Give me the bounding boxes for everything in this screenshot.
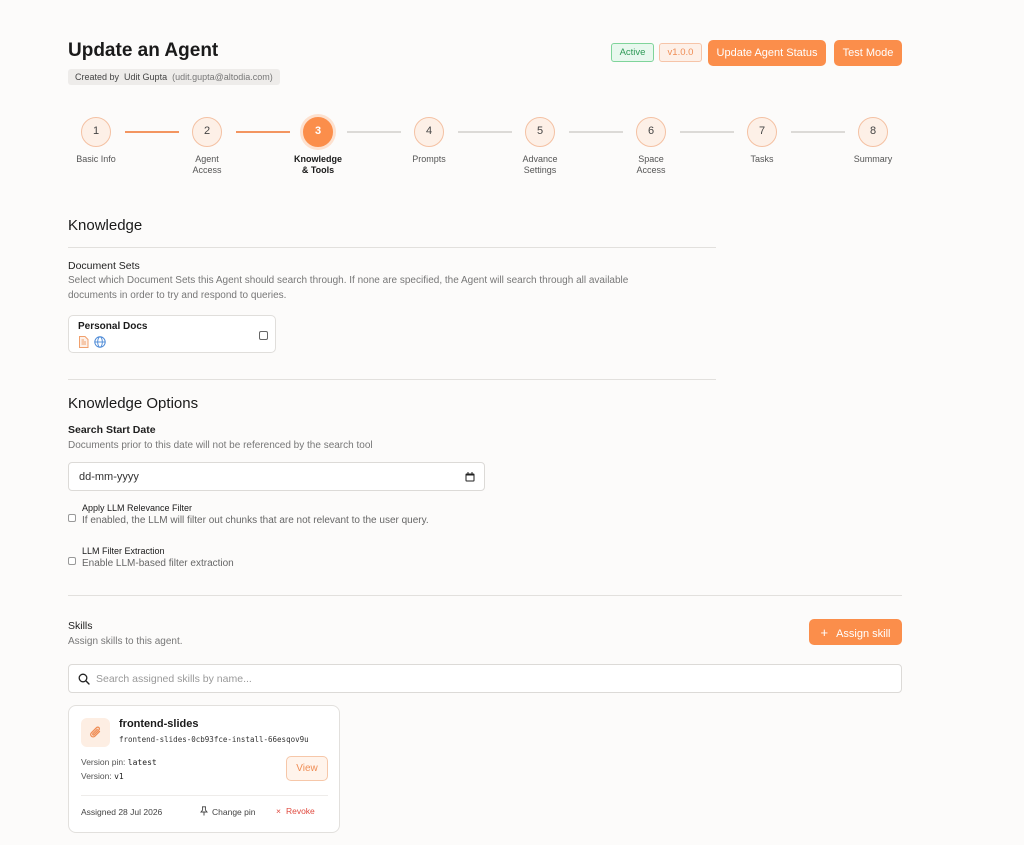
creator-name: Udit Gupta xyxy=(124,72,168,82)
paperclip-icon xyxy=(90,726,101,738)
skill-card: frontend-slides frontend-slides-0cb93fce… xyxy=(68,705,340,833)
step-5-label: Advance Settings xyxy=(522,154,558,175)
knowledge-heading: Knowledge xyxy=(68,217,143,234)
step-1-circle[interactable]: 1 xyxy=(81,117,111,147)
skills-heading: Skills xyxy=(68,620,93,632)
step-1-label: Basic Info xyxy=(76,154,116,164)
llm-filter-extraction-title: LLM Filter Extraction xyxy=(82,546,165,556)
search-placeholder: Search assigned skills by name... xyxy=(96,673,252,685)
step-5-circle[interactable]: 5 xyxy=(525,117,555,147)
step-6-label: Space Access xyxy=(636,154,666,175)
update-agent-status-button[interactable]: Update Agent Status xyxy=(708,40,826,66)
revoke-button[interactable]: × Revoke xyxy=(276,806,315,816)
llm-relevance-filter-checkbox[interactable] xyxy=(68,514,76,522)
revoke-label: Revoke xyxy=(285,806,315,816)
llm-relevance-filter-title: Apply LLM Relevance Filter xyxy=(82,503,193,513)
document-icon xyxy=(79,336,89,348)
assign-skill-label: Assign skill xyxy=(836,627,891,640)
plus-icon: + xyxy=(820,624,829,640)
step-connector xyxy=(680,131,734,133)
view-skill-button[interactable]: View xyxy=(286,756,328,781)
search-icon xyxy=(78,673,90,685)
globe-icon xyxy=(94,336,106,348)
step-7-circle[interactable]: 7 xyxy=(747,117,777,147)
llm-filter-extraction-desc: Enable LLM-based filter extraction xyxy=(82,558,234,569)
page-title: Update an Agent xyxy=(68,40,219,61)
step-8-circle[interactable]: 8 xyxy=(858,117,888,147)
search-start-date-label: Search Start Date xyxy=(68,424,156,436)
change-pin-label: Change pin xyxy=(212,807,256,817)
assigned-date: Assigned 28 Jul 2026 xyxy=(81,807,163,817)
document-set-card-personal-docs[interactable]: Personal Docs xyxy=(68,315,276,353)
version-pin: Version pin: latest xyxy=(81,757,157,767)
step-8-label: Summary xyxy=(853,154,893,164)
search-start-date-input[interactable]: dd-mm-yyyy xyxy=(68,462,485,491)
change-pin-button[interactable]: Change pin xyxy=(200,806,255,817)
step-connector xyxy=(236,131,290,133)
knowledge-options-heading: Knowledge Options xyxy=(68,395,199,412)
search-start-date-desc: Documents prior to this date will not be… xyxy=(68,440,373,451)
version: Version: v1 xyxy=(81,771,124,781)
divider xyxy=(68,247,716,248)
creator-email: (udit.gupta@altodia.com) xyxy=(172,72,273,82)
skill-name: frontend-slides xyxy=(119,718,199,730)
step-connector xyxy=(569,131,623,133)
close-icon: × xyxy=(276,806,281,816)
step-2-label: Agent Access xyxy=(192,154,222,175)
version-pin-value: latest xyxy=(127,758,157,767)
document-sets-label: Document Sets xyxy=(68,260,140,272)
document-sets-desc-line1: Select which Document Sets this Agent sh… xyxy=(68,275,629,286)
version-value: v1 xyxy=(114,772,124,781)
skill-icon-container xyxy=(81,718,110,747)
step-connector xyxy=(791,131,845,133)
step-connector xyxy=(125,131,179,133)
calendar-icon[interactable] xyxy=(465,472,475,482)
assign-skill-button[interactable]: + Assign skill xyxy=(809,619,902,645)
skill-slug: frontend-slides-0cb93fce-install-66esqov… xyxy=(119,735,309,744)
version-pin-label: Version pin: xyxy=(81,757,126,767)
status-badge: Active xyxy=(611,43,654,62)
step-connector xyxy=(347,131,401,133)
document-sets-desc-line2: documents in order to try and respond to… xyxy=(68,290,287,301)
llm-filter-extraction-checkbox[interactable] xyxy=(68,557,76,565)
version-label: Version: xyxy=(81,771,112,781)
step-2-circle[interactable]: 2 xyxy=(192,117,222,147)
skills-search-input[interactable]: Search assigned skills by name... xyxy=(68,664,902,693)
created-by: Created by Udit Gupta (udit.gupta@altodi… xyxy=(68,69,280,85)
document-set-checkbox[interactable] xyxy=(259,331,268,340)
step-6-circle[interactable]: 6 xyxy=(636,117,666,147)
pin-icon xyxy=(200,806,208,816)
created-by-label: Created by xyxy=(75,72,120,82)
test-mode-button[interactable]: Test Mode xyxy=(834,40,902,66)
step-4-label: Prompts xyxy=(412,154,446,164)
skills-desc: Assign skills to this agent. xyxy=(68,636,183,647)
date-input-value: dd-mm-yyyy xyxy=(79,471,139,483)
document-set-title: Personal Docs xyxy=(78,321,148,332)
step-7-label: Tasks xyxy=(750,154,774,164)
llm-relevance-filter-desc: If enabled, the LLM will filter out chun… xyxy=(82,515,429,526)
step-4-circle[interactable]: 4 xyxy=(414,117,444,147)
step-3-circle[interactable]: 3 xyxy=(303,117,333,147)
divider xyxy=(81,795,328,796)
divider xyxy=(68,595,902,596)
step-connector xyxy=(458,131,512,133)
step-3-label: Knowledge & Tools xyxy=(293,154,342,175)
version-badge: v1.0.0 xyxy=(659,43,702,62)
divider xyxy=(68,379,716,380)
